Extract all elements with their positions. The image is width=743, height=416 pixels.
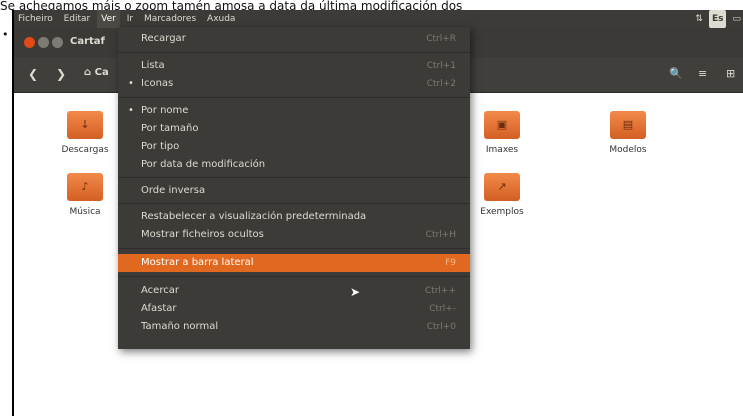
menu-item-por-nome[interactable]: • Por nome (118, 102, 470, 120)
menu-separator (118, 52, 470, 53)
menu-item-iconas[interactable]: • Iconas Ctrl+2 (118, 75, 470, 93)
folder-icon: ▣ (484, 111, 520, 139)
menu-item-orde-inversa[interactable]: Orde inversa (118, 182, 470, 200)
menu-ver[interactable]: Ver (97, 10, 120, 28)
breadcrumb-label: Ca (94, 67, 109, 78)
folder-label: Descargas (61, 145, 109, 155)
menu-item-shortcut: Ctrl++ (424, 286, 456, 296)
menu-ficheiro[interactable]: Ficheiro (14, 10, 57, 28)
home-icon: ⌂ (84, 67, 92, 78)
menu-marcadores[interactable]: Marcadores (140, 10, 200, 28)
menu-item-label: Recargar (141, 33, 186, 44)
menu-item-shortcut: Ctrl+2 (426, 79, 456, 89)
window-title: Cartaf (70, 36, 105, 47)
folder-icon: ▤ (610, 111, 646, 139)
folder-descargas[interactable]: ↓ Descargas (45, 111, 125, 155)
menu-item-label: Orde inversa (141, 185, 206, 196)
system-indicators: ⇅ Es ▭ (695, 10, 741, 28)
minimize-window-button[interactable] (38, 37, 49, 48)
menu-editar[interactable]: Editar (60, 10, 95, 28)
menu-separator (118, 203, 470, 204)
templates-icon: ▤ (622, 118, 634, 131)
grid-icon[interactable]: ⊞ (726, 67, 735, 80)
menu-item-shortcut: Ctrl+H (425, 230, 456, 240)
folder-label: Música (69, 207, 101, 217)
menu-separator (118, 97, 470, 98)
menu-item-shortcut: Ctrl+- (429, 304, 456, 314)
forward-icon[interactable]: ❯ (56, 67, 66, 81)
menu-item-recargar[interactable]: Recargar Ctrl+R (118, 30, 470, 48)
keyboard-layout-icon[interactable]: Es (708, 10, 727, 28)
folder-imaxes[interactable]: ▣ Imaxes (462, 111, 542, 155)
network-icon[interactable]: ⇅ (695, 10, 703, 28)
menu-separator (118, 276, 470, 277)
menu-item-label: Por data de modificación (141, 159, 266, 170)
link-icon: ↗ (497, 180, 507, 193)
pictures-icon: ▣ (496, 118, 508, 131)
folder-label: Exemplos (480, 207, 524, 217)
menu-item-shortcut: F9 (445, 258, 456, 268)
menu-item-por-tipo[interactable]: Por tipo (118, 138, 470, 156)
menu-item-label: Lista (141, 60, 165, 71)
menu-item-restabelecer[interactable]: Restabelecer a visualización predetermin… (118, 208, 470, 226)
folder-icon: ♪ (67, 173, 103, 201)
close-window-button[interactable] (24, 37, 35, 48)
view-dropdown-menu: Recargar Ctrl+R Lista Ctrl+1 • Iconas Ct… (118, 27, 470, 349)
menu-item-label: Por nome (141, 105, 189, 116)
menu-item-shortcut: Ctrl+R (426, 34, 456, 44)
radio-dot-icon: • (128, 105, 134, 116)
music-icon: ♪ (81, 180, 89, 193)
menu-item-lista[interactable]: Lista Ctrl+1 (118, 57, 470, 75)
menu-ir[interactable]: Ir (123, 10, 137, 28)
back-icon[interactable]: ❮ (28, 67, 38, 81)
folder-label: Modelos (609, 145, 647, 155)
breadcrumb-home[interactable]: ⌂ Ca (84, 67, 109, 78)
menu-item-label: Mostrar ficheiros ocultos (141, 229, 264, 240)
folder-icon: ↗ (484, 173, 520, 201)
menu-item-acercar[interactable]: Acercar Ctrl++ (118, 282, 470, 300)
menu-item-label: Iconas (141, 78, 174, 89)
battery-icon[interactable]: ▭ (732, 10, 741, 28)
menu-item-tamano-normal[interactable]: Tamaño normal Ctrl+0 (118, 318, 470, 336)
screenshot: Ficheiro Editar Ver Ir Marcadores Axuda … (12, 10, 743, 416)
menu-item-label: Mostrar a barra lateral (141, 257, 254, 268)
search-icon[interactable]: 🔍 (669, 67, 683, 80)
folder-musica[interactable]: ♪ Música (45, 173, 125, 217)
menu-separator (118, 248, 470, 249)
folder-modelos[interactable]: ▤ Modelos (588, 111, 668, 155)
top-menubar: Ficheiro Editar Ver Ir Marcadores Axuda … (14, 10, 743, 28)
menu-item-por-data[interactable]: Por data de modificación (118, 156, 470, 174)
download-icon: ↓ (80, 118, 90, 131)
view-menu-icon[interactable]: ≡ (698, 67, 707, 80)
menu-item-label: Afastar (141, 303, 177, 314)
menu-separator (118, 177, 470, 178)
menu-item-label: Restabelecer a visualización predetermin… (141, 211, 367, 222)
menu-item-label: Por tamaño (141, 123, 199, 134)
menu-item-ficheiros-ocultos[interactable]: Mostrar ficheiros ocultos Ctrl+H (118, 226, 470, 244)
menu-item-barra-lateral[interactable]: Mostrar a barra lateral F9 (118, 254, 470, 272)
menu-item-shortcut: Ctrl+0 (426, 322, 456, 332)
menu-axuda[interactable]: Axuda (203, 10, 239, 28)
menu-item-label: Por tipo (141, 141, 180, 152)
folder-label: Imaxes (485, 145, 519, 155)
caption-bullet: • (2, 28, 9, 41)
mouse-pointer-icon: ➤ (350, 285, 361, 299)
menu-item-label: Acercar (141, 285, 179, 296)
menu-item-shortcut: Ctrl+1 (426, 61, 456, 71)
folder-icon: ↓ (67, 111, 103, 139)
radio-dot-icon: • (128, 78, 134, 89)
menu-item-label: Tamaño normal (141, 321, 219, 332)
maximize-window-button[interactable] (52, 37, 63, 48)
menu-item-afastar[interactable]: Afastar Ctrl+- (118, 300, 470, 318)
menu-item-por-tamano[interactable]: Por tamaño (118, 120, 470, 138)
folder-exemplos[interactable]: ↗ Exemplos (462, 173, 542, 217)
